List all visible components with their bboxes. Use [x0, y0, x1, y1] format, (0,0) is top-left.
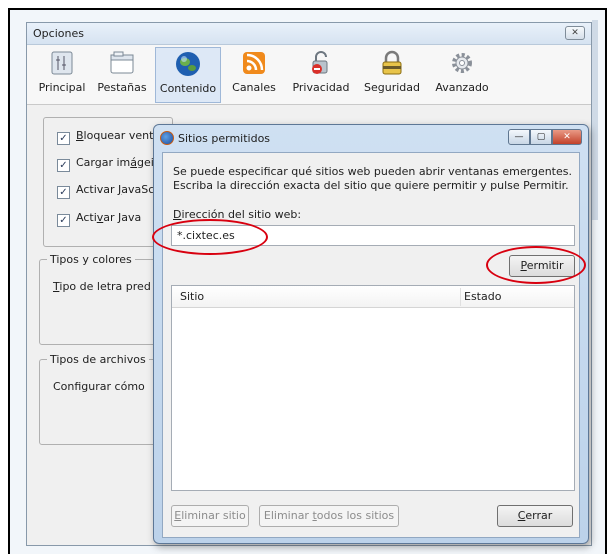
sites-list-header: Sitio Estado [172, 286, 574, 308]
gear-icon [452, 53, 472, 73]
toolbar-privacy[interactable]: Privacidad [287, 47, 355, 103]
toolbar-principal[interactable]: Principal [33, 47, 91, 103]
toolbar-label: Avanzado [435, 81, 489, 94]
dialog-title: Sitios permitidos [178, 132, 271, 145]
options-toolbar: Principal Pestañas Contenido Canales Pri… [27, 45, 591, 105]
toolbar-label: Principal [38, 81, 86, 94]
maximize-button[interactable]: ▢ [530, 129, 552, 145]
toolbar-label: Privacidad [292, 81, 350, 94]
checkbox-box[interactable]: ✓ [57, 132, 70, 145]
enable-java-checkbox[interactable]: ✓ Activar Java [57, 211, 141, 227]
button-label: errar [525, 509, 553, 522]
file-types-legend: Tipos de archivos [47, 353, 149, 366]
checkbox-label: Cargar im [76, 156, 131, 169]
dialog-window-buttons: — ▢ ✕ [508, 129, 582, 145]
checkbox-box[interactable]: ✓ [57, 214, 70, 227]
close-button[interactable]: Cerrar [497, 505, 573, 527]
options-window-title: Opciones [33, 27, 84, 40]
button-label: odos los sitios [316, 509, 395, 522]
checkbox-label: loquear vent [83, 129, 154, 142]
options-close-button[interactable]: ✕ [565, 26, 585, 40]
column-site[interactable]: Sitio [180, 290, 204, 303]
description-line: Escriba la dirección exacta del sitio qu… [173, 179, 569, 192]
globe-icon [176, 52, 200, 76]
sites-list[interactable]: Sitio Estado [171, 285, 575, 491]
allow-highlight-ring [486, 246, 586, 284]
column-separator[interactable] [460, 288, 461, 306]
checkbox-label: Activar [76, 183, 119, 196]
checkbox-box[interactable]: ✓ [57, 186, 70, 199]
block-popups-checkbox[interactable]: ✓ Bloquear vent [57, 129, 153, 145]
address-highlight-ring [152, 219, 268, 255]
options-titlebar: Opciones ✕ [27, 23, 591, 45]
fonts-colors-group [39, 259, 169, 345]
toolbar-label: Canales [232, 81, 276, 94]
toolbar-label: Contenido [159, 82, 217, 95]
dialog-description: Se puede especificar qué sitios web pued… [173, 165, 573, 193]
load-images-checkbox[interactable]: ✓ Cargar imágei [57, 156, 154, 172]
default-font-label: Tipo de letra pred [53, 280, 151, 293]
remove-site-button[interactable]: Eliminar sitio [171, 505, 249, 527]
checkbox-accel: á [130, 156, 138, 169]
label-text: ipo de letra pred [59, 280, 151, 293]
toolbar-tabs[interactable]: Pestañas [93, 47, 151, 103]
checkbox-box[interactable]: ✓ [57, 159, 70, 172]
toolbar-label: Seguridad [364, 81, 420, 94]
checkbox-label: gei [137, 156, 154, 169]
dialog-titlebar: Sitios permitidos [160, 131, 270, 145]
checkbox-label: ar Java [103, 211, 142, 224]
background-window-edge [592, 20, 598, 220]
toolbar-feeds[interactable]: Canales [225, 47, 283, 103]
padlock-icon [382, 50, 402, 75]
firefox-icon [160, 131, 174, 145]
dialog-body: Se puede especificar qué sitios web pued… [162, 152, 580, 538]
minimize-button[interactable]: — [508, 129, 530, 145]
toolbar-content[interactable]: Contenido [155, 47, 221, 103]
fonts-colors-legend: Tipos y colores [47, 253, 135, 266]
allowed-sites-dialog: Sitios permitidos — ▢ ✕ Se puede especific… [153, 124, 589, 544]
feed-icon [243, 52, 265, 74]
button-label: liminar sitio [181, 509, 246, 522]
close-window-button[interactable]: ✕ [552, 129, 582, 145]
tabs-icon [110, 51, 134, 74]
principal-icon [51, 51, 73, 75]
toolbar-security[interactable]: Seguridad [359, 47, 425, 103]
toolbar-advanced[interactable]: Avanzado [429, 47, 495, 103]
file-types-group [39, 359, 169, 445]
checkbox-accel: B [76, 129, 84, 142]
toolbar-label: Pestañas [97, 81, 147, 94]
configure-files-text: Configurar cómo [53, 380, 145, 393]
button-label: Eliminar [263, 509, 313, 522]
description-line: Se puede especificar qué sitios web pued… [173, 165, 572, 178]
remove-all-sites-button[interactable]: Eliminar todos los sitios [259, 505, 399, 527]
enable-javascript-checkbox[interactable]: ✓ Activar JavaSc [57, 183, 154, 199]
checkbox-label: avaSc [121, 183, 155, 196]
column-status[interactable]: Estado [464, 290, 501, 303]
privacy-icon [312, 51, 328, 74]
checkbox-label: Acti [76, 211, 97, 224]
